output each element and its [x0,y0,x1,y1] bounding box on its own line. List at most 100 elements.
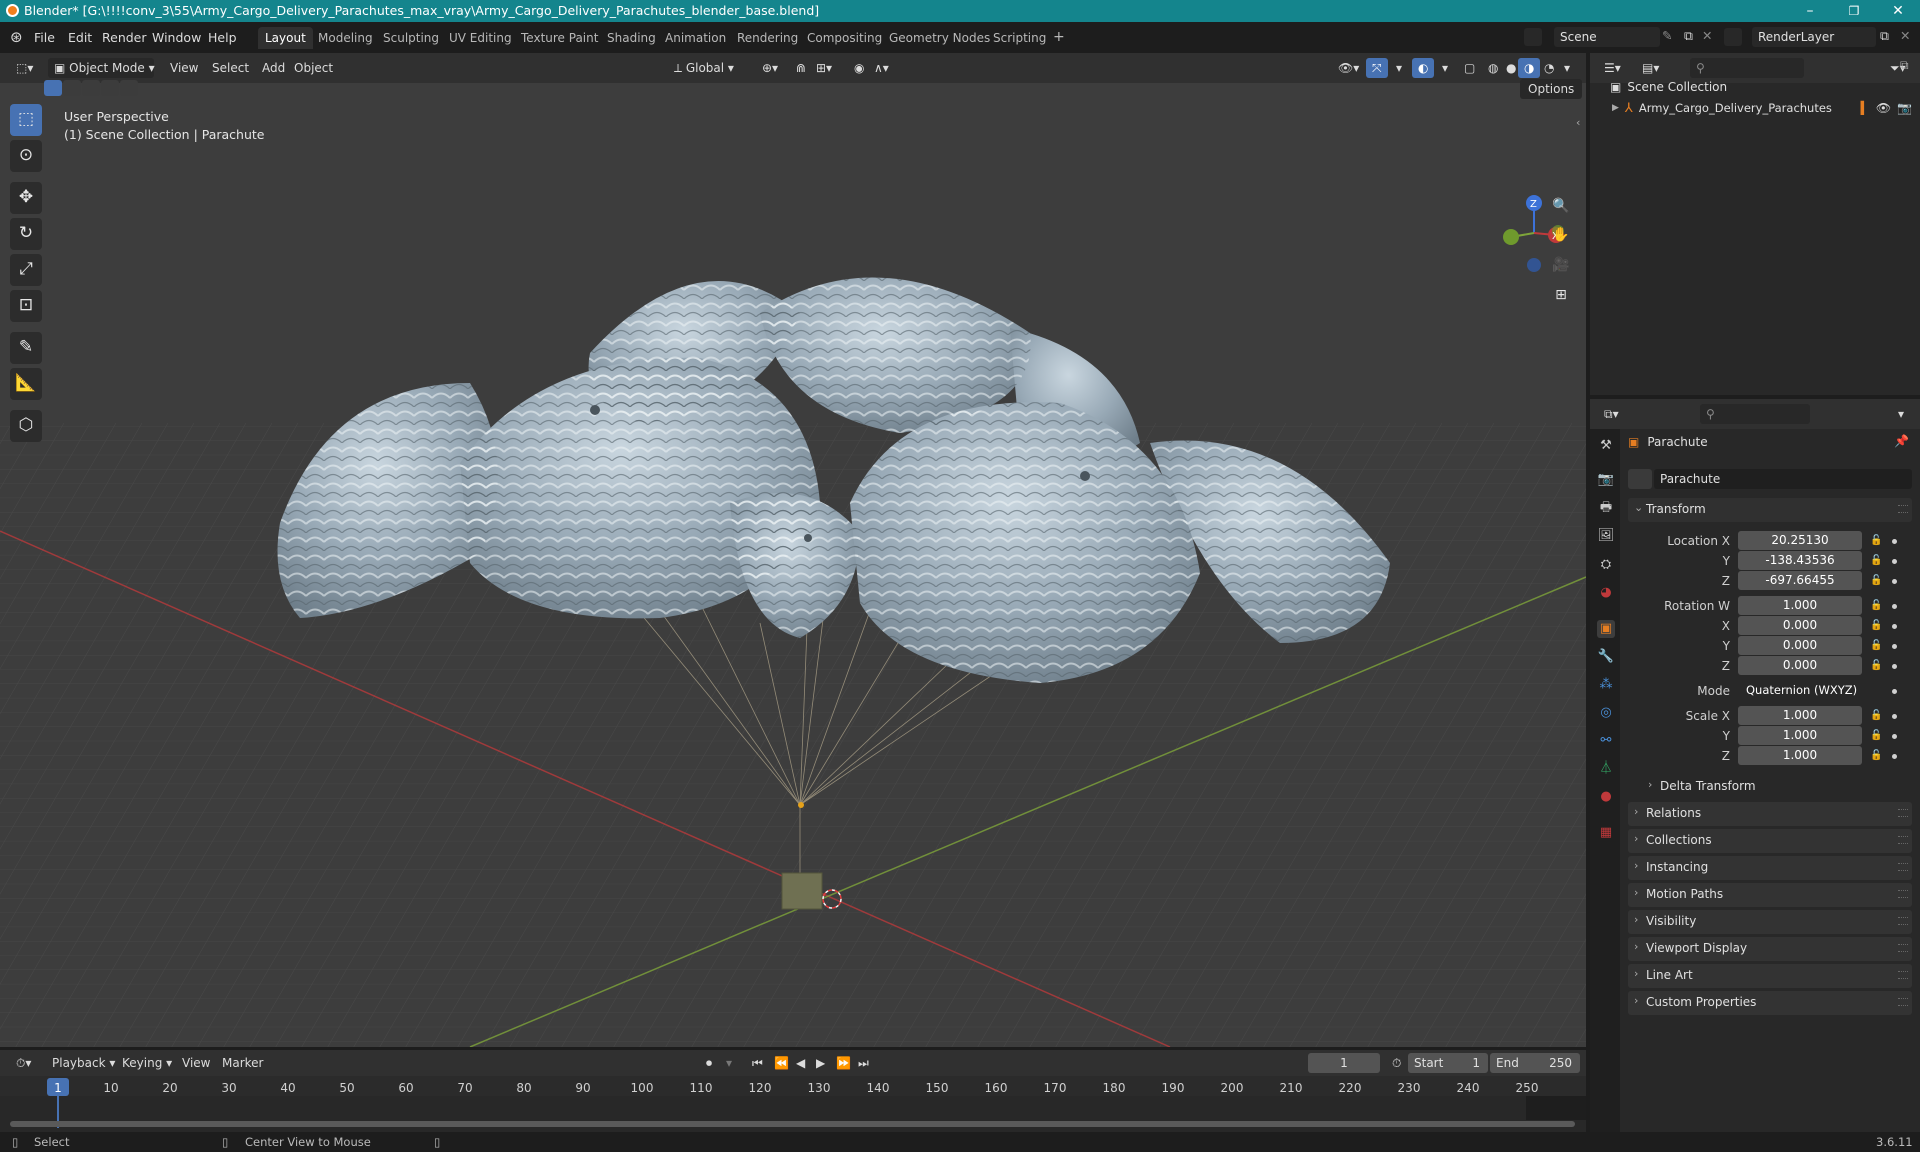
scale-z-field[interactable]: 1.000 [1738,746,1862,765]
snap-target-icon[interactable]: ⊞▾ [810,58,838,78]
keyframe-dot-icon[interactable] [1892,539,1897,544]
lock-icon[interactable]: 🔓 [1870,730,1882,742]
menu-select[interactable]: Select [206,58,255,78]
overlay-toggle-icon[interactable]: ◐ [1412,58,1435,78]
lock-icon[interactable]: 🔓 [1870,620,1882,632]
properties-search-input[interactable]: ⚲ [1700,404,1810,424]
keyframe-dot-icon[interactable] [1892,559,1897,564]
tab-modeling[interactable]: Modeling [311,27,380,49]
menu-edit[interactable]: Edit [68,30,92,45]
transform-panel-header[interactable]: ⌄ Transform [1628,498,1912,522]
tab-uv-editing[interactable]: UV Editing [442,27,519,49]
menu-render[interactable]: Render [102,30,147,45]
gizmo-toggle-icon[interactable]: ⤧ [1366,58,1388,78]
jump-end-icon[interactable]: ⏭ [852,1053,875,1073]
drag-grip-icon[interactable] [1898,863,1908,871]
3d-viewport[interactable]: Z X [0,83,1586,1047]
texture-tab-icon[interactable]: ▦ [1597,824,1615,842]
select-subtract-icon[interactable] [82,80,100,96]
select-invert-icon[interactable] [101,80,119,96]
cursor-tool-icon[interactable]: ⊙ [10,140,42,172]
stopwatch-icon[interactable]: ⏱ [1386,1053,1407,1073]
drag-grip-icon[interactable] [1898,809,1908,817]
output-tab-icon[interactable]: 🖶 [1597,499,1615,517]
scene-name-field[interactable]: Scene [1554,27,1660,47]
jump-start-icon[interactable]: ⏮ [746,1053,769,1073]
timeline-editor-type-icon[interactable]: ⏱▾ [10,1053,37,1073]
drag-grip-icon[interactable] [1898,505,1908,513]
blender-menu-icon[interactable]: ⊛ [10,28,23,46]
measure-tool-icon[interactable]: 📐 [10,368,42,400]
pin-icon[interactable]: ✎ [1662,28,1672,43]
tab-sculpting[interactable]: Sculpting [376,27,446,49]
view-layer-icon[interactable] [1724,28,1742,46]
menu-object[interactable]: Object [288,58,339,78]
modifier-tab-icon[interactable]: 🔧 [1597,648,1615,666]
gizmo-dropdown-icon[interactable]: ▾ [1390,58,1408,78]
relations-panel-header[interactable]: › Relations [1628,802,1912,826]
keyframe-dot-icon[interactable] [1892,579,1897,584]
add-cube-tool-icon[interactable]: ⬡ [10,410,42,442]
lock-icon[interactable]: 🔓 [1870,660,1882,672]
shading-dropdown-icon[interactable]: ▾ [1558,58,1576,78]
menu-window[interactable]: Window [152,30,201,45]
close-button[interactable]: ✕ [1876,0,1920,22]
drag-grip-icon[interactable] [1898,998,1908,1006]
drag-grip-icon[interactable] [1898,944,1908,952]
scale-y-field[interactable]: 1.000 [1738,726,1862,745]
options-dropdown[interactable]: Options [1520,79,1583,99]
visibility-panel-header[interactable]: › Visibility [1628,910,1912,934]
keyframe-dot-icon[interactable] [1892,664,1897,669]
viewport-display-panel-header[interactable]: › Viewport Display [1628,937,1912,961]
transform-orientation-dropdown[interactable]: ⟂ Global ▾ [668,58,748,78]
delete-scene-icon[interactable]: ✕ [1702,28,1712,43]
drag-grip-icon[interactable] [1898,890,1908,898]
menu-playback[interactable]: Playback ▾ [46,1053,121,1073]
collections-panel-header[interactable]: › Collections [1628,829,1912,853]
keyframe-dot-icon[interactable] [1892,754,1897,759]
menu-view[interactable]: View [164,58,204,78]
outliner-item[interactable]: ▶ ⅄ Army_Cargo_Delivery_Parachutes ▍ 👁 📷 [1612,98,1912,118]
keyframe-dot-icon[interactable] [1892,714,1897,719]
outliner-search-input[interactable]: ⚲ [1690,58,1804,78]
scene-browse-icon[interactable] [1524,28,1542,46]
delta-transform-subpanel[interactable]: › Delta Transform [1642,775,1912,799]
rotation-w-field[interactable]: 1.000 [1738,596,1862,615]
location-z-field[interactable]: -697.66455 [1738,571,1862,590]
scene-tab-icon[interactable]: ⛭ [1597,556,1615,574]
physics-tab-icon[interactable]: ◎ [1597,704,1615,722]
lock-icon[interactable]: 🔓 [1870,575,1882,587]
xray-icon[interactable]: ▢ [1458,58,1481,78]
tab-compositing[interactable]: Compositing [800,27,889,49]
new-collection-icon[interactable]: ⧉ [1900,58,1909,73]
particles-tab-icon[interactable]: ⁂ [1597,676,1615,694]
perspective-grid-icon[interactable]: ⊞ [1548,282,1574,308]
lock-icon[interactable]: 🔓 [1870,555,1882,567]
tab-shading[interactable]: Shading [600,27,663,49]
gizmo-y-axis[interactable] [1503,229,1519,245]
lock-icon[interactable]: 🔓 [1870,710,1882,722]
material-tab-icon[interactable]: ● [1597,788,1615,806]
keyframe-dot-icon[interactable] [1892,734,1897,739]
data-tab-icon[interactable]: ⏃ [1597,760,1615,778]
custom-properties-panel-header[interactable]: › Custom Properties [1628,991,1912,1015]
lock-icon[interactable]: 🔓 [1870,535,1882,547]
scale-tool-icon[interactable]: ⤢ [10,254,42,286]
end-frame-field[interactable]: End 250 [1490,1053,1580,1073]
menu-file[interactable]: File [34,30,55,45]
object-tab-icon[interactable]: ▣ [1597,620,1615,638]
location-x-field[interactable]: 20.25130 [1738,531,1862,550]
eye-icon[interactable]: 👁 [1876,101,1891,115]
add-workspace-button[interactable]: + [1046,27,1072,49]
snap-icon[interactable]: ⋒ [790,58,812,78]
overlay-dropdown-icon[interactable]: ▾ [1436,58,1454,78]
motion-paths-panel-header[interactable]: › Motion Paths [1628,883,1912,907]
tool-tab-icon[interactable]: ⚒ [1597,437,1615,455]
falloff-icon[interactable]: ∧▾ [868,58,895,78]
sidebar-toggle-icon[interactable]: ‹ [1576,116,1580,129]
timeline-scrollbar[interactable] [10,1121,1575,1127]
visibility-icon[interactable]: 👁▾ [1332,58,1365,78]
tab-texture-paint[interactable]: Texture Paint [514,27,605,49]
lock-icon[interactable]: 🔓 [1870,600,1882,612]
zoom-icon[interactable]: 🔍 [1548,193,1574,219]
